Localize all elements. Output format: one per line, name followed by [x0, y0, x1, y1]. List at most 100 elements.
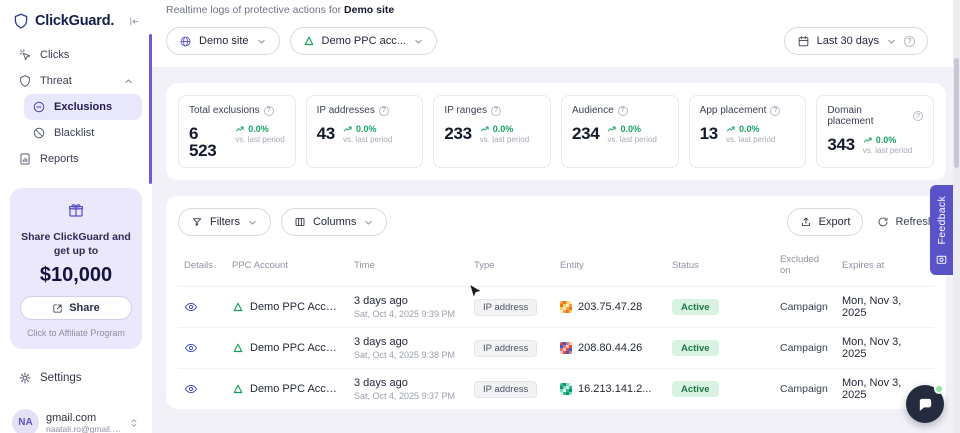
- stat-period-label: vs. last period: [607, 135, 656, 144]
- time-relative: 3 days ago: [354, 336, 462, 348]
- stat-change: 0.0%: [248, 124, 269, 134]
- ppc-account-filter-dropdown[interactable]: Demo PPC acc...: [290, 27, 437, 55]
- ppc-account-icon: [232, 342, 244, 354]
- export-button[interactable]: Export: [787, 208, 864, 236]
- help-icon[interactable]: ?: [904, 36, 915, 47]
- sidebar-item-blacklist[interactable]: Blacklist: [24, 120, 142, 146]
- info-icon[interactable]: ?: [913, 111, 923, 121]
- globe-icon: [179, 35, 192, 48]
- ppc-account-name: Demo PPC Account: [250, 301, 342, 313]
- stat-period-label: vs. last period: [726, 135, 775, 144]
- stat-change: 0.0%: [356, 124, 377, 134]
- ppc-account-name: Demo PPC Account: [250, 342, 342, 354]
- promo-text-line2: get up to: [20, 244, 132, 258]
- screenshot-icon: [935, 253, 948, 266]
- column-header: PPC Account: [226, 246, 348, 287]
- stat-period-label: vs. last period: [480, 135, 529, 144]
- view-details-button[interactable]: [184, 341, 198, 355]
- status-badge: Active: [672, 340, 719, 356]
- stat-period-label: vs. last period: [343, 135, 392, 144]
- main-area: Realtime logs of protective actions for …: [152, 0, 960, 433]
- date-range-dropdown[interactable]: Last 30 days ?: [784, 27, 928, 55]
- ppc-account-icon: [232, 383, 244, 395]
- ppc-account-icon: [303, 35, 315, 47]
- sidebar-item-clicks[interactable]: Clicks: [10, 42, 142, 68]
- page-scrollbar[interactable]: [953, 0, 960, 433]
- subtitle-site-name: Demo site: [344, 4, 394, 16]
- sidebar-item-exclusions[interactable]: Exclusions: [24, 94, 142, 120]
- stats-row: Total exclusions ? 6 523 0.0% vs. last p…: [178, 95, 934, 168]
- stat-label: Audience: [572, 105, 614, 116]
- info-icon[interactable]: ?: [618, 106, 628, 116]
- table-row[interactable]: Demo PPC Account 3 days ago Sat, Oct 4, …: [178, 369, 934, 410]
- stat-card: Total exclusions ? 6 523 0.0% vs. last p…: [178, 95, 296, 168]
- avatar: NA: [12, 409, 39, 433]
- user-account-menu[interactable]: NA gmail.com naatali.ro@gmail.com: [10, 407, 142, 433]
- user-email: naatali.ro@gmail.com: [46, 424, 121, 433]
- trend-up-icon: [343, 124, 353, 134]
- time-absolute: Sat, Oct 4, 2025 9:37 PM: [354, 391, 462, 401]
- stat-label: Domain placement: [827, 105, 909, 127]
- stat-change: 0.0%: [620, 124, 641, 134]
- trend-up-icon: [607, 124, 617, 134]
- feedback-tab[interactable]: Feedback: [930, 185, 953, 275]
- exclusions-table-panel: Filters Columns Export: [166, 196, 946, 409]
- sidebar-collapse-button[interactable]: [127, 15, 140, 28]
- columns-button[interactable]: Columns: [281, 208, 387, 236]
- time-relative: 3 days ago: [354, 377, 462, 389]
- share-button[interactable]: Share: [20, 296, 132, 320]
- export-icon: [800, 216, 812, 228]
- column-header: Entity: [554, 246, 666, 287]
- global-filters-row: Demo site Demo PPC acc... Last 30 days ?: [166, 27, 946, 67]
- stat-label: IP ranges: [444, 105, 487, 116]
- sidebar-item-settings[interactable]: Settings: [10, 363, 142, 393]
- affiliate-promo-card: Share ClickGuard and get up to $10,000 S…: [10, 188, 142, 349]
- shield-icon: [18, 74, 32, 88]
- refresh-button[interactable]: Refresh: [877, 216, 934, 228]
- settings-label: Settings: [40, 372, 82, 384]
- sidebar: ClickGuard. Clicks Threat Exclusions Bla…: [0, 0, 152, 433]
- stat-card: IP ranges ? 233 0.0% vs. last period: [433, 95, 551, 168]
- info-icon[interactable]: ?: [770, 106, 780, 116]
- stat-value: 6 523: [189, 125, 227, 159]
- table-row[interactable]: Demo PPC Account 3 days ago Sat, Oct 4, …: [178, 287, 934, 328]
- stat-card: IP addresses ? 43 0.0% vs. last period: [306, 95, 424, 168]
- clicks-icon: [18, 48, 32, 62]
- entity-icon: [560, 342, 572, 354]
- table-row[interactable]: Demo PPC Account 3 days ago Sat, Oct 4, …: [178, 328, 934, 369]
- column-header: Details: [178, 246, 226, 287]
- stat-card: Domain placement ? 343 0.0% vs. last per…: [816, 95, 934, 168]
- refresh-icon: [877, 216, 889, 228]
- view-details-button[interactable]: [184, 382, 198, 396]
- info-icon[interactable]: ?: [379, 106, 389, 116]
- excluded-on-value: Campaign: [774, 287, 836, 328]
- filters-button[interactable]: Filters: [178, 208, 271, 236]
- affiliate-program-link[interactable]: Click to Affiliate Program: [20, 328, 132, 338]
- sidebar-item-label: Exclusions: [54, 101, 112, 113]
- sidebar-scrollbar[interactable]: [149, 34, 152, 184]
- exclusions-table: DetailsPPC AccountTimeTypeEntityStatusEx…: [178, 246, 934, 409]
- view-details-button[interactable]: [184, 300, 198, 314]
- entity-icon: [560, 383, 572, 395]
- stats-panel: Total exclusions ? 6 523 0.0% vs. last p…: [166, 83, 946, 180]
- sidebar-item-reports[interactable]: Reports: [10, 146, 142, 172]
- chat-messenger-button[interactable]: [906, 385, 944, 423]
- stat-card: Audience ? 234 0.0% vs. last period: [561, 95, 679, 168]
- clickguard-logo-icon: [12, 12, 30, 30]
- stat-card: App placement ? 13 0.0% vs. last period: [689, 95, 807, 168]
- app-root: ClickGuard. Clicks Threat Exclusions Bla…: [0, 0, 960, 433]
- column-header: Expires at: [836, 246, 934, 287]
- table-header-row: DetailsPPC AccountTimeTypeEntityStatusEx…: [178, 246, 934, 287]
- time-absolute: Sat, Oct 4, 2025 9:39 PM: [354, 309, 462, 319]
- feedback-label: Feedback: [936, 196, 948, 245]
- column-header: Type: [468, 246, 554, 287]
- column-header: Excluded on: [774, 246, 836, 287]
- info-icon[interactable]: ?: [264, 106, 274, 116]
- stat-value: 13: [700, 125, 718, 142]
- sidebar-item-threat[interactable]: Threat: [10, 68, 142, 94]
- scrollbar-thumb[interactable]: [954, 58, 959, 168]
- info-icon[interactable]: ?: [491, 106, 501, 116]
- entity-value: 208.80.44.26: [578, 342, 642, 354]
- site-filter-dropdown[interactable]: Demo site: [166, 27, 280, 55]
- time-relative: 3 days ago: [354, 295, 462, 307]
